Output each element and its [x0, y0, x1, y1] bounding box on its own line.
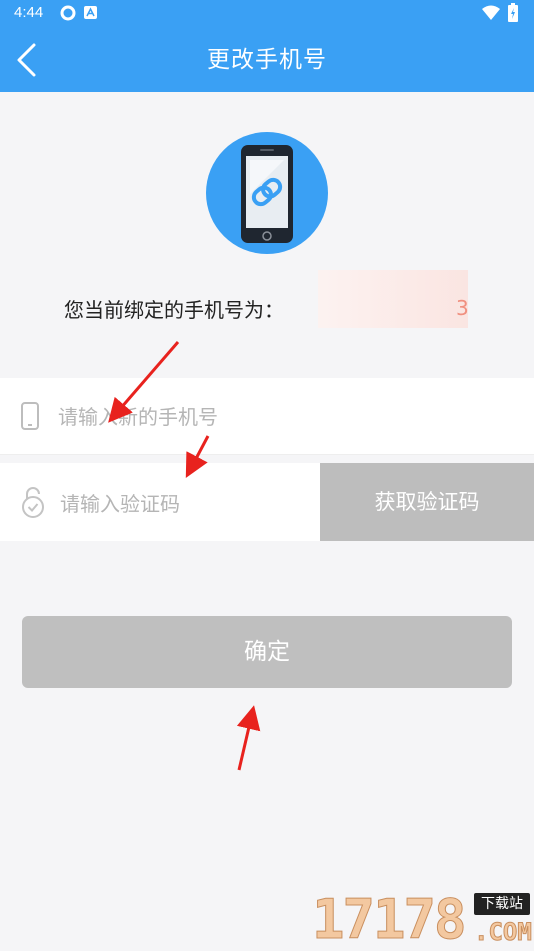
page-title: 更改手机号 [207, 47, 327, 73]
current-phone-label: 您当前绑定的手机号为： [64, 298, 284, 322]
masked-phone-number [318, 270, 468, 328]
lock-icon [22, 487, 44, 518]
watermark-number: 17178 [312, 888, 468, 951]
get-code-button[interactable]: 获取验证码 [320, 463, 534, 541]
phone-link-illustration [206, 132, 328, 254]
verification-code-row: 获取验证码 [0, 463, 534, 541]
app-header: 更改手机号 [0, 28, 534, 92]
verification-code-input[interactable] [58, 483, 312, 525]
status-bar: 4:44 [0, 0, 534, 28]
phone-link-icon [241, 145, 293, 243]
annotation-arrow-confirm [236, 705, 261, 771]
sync-icon [60, 5, 76, 21]
status-time: 4:44 [14, 4, 44, 21]
masked-phone-tail: 3 [456, 296, 469, 320]
wifi-icon [482, 5, 500, 20]
mobile-phone-icon [21, 402, 39, 430]
watermark-suffix: .COM [474, 918, 533, 947]
new-phone-input[interactable] [56, 396, 500, 438]
new-phone-row [0, 378, 534, 455]
confirm-button[interactable]: 确定 [22, 616, 512, 688]
app-notification-icon [84, 6, 97, 19]
watermark-badge: 下载站 [474, 893, 530, 915]
battery-icon [508, 3, 518, 22]
